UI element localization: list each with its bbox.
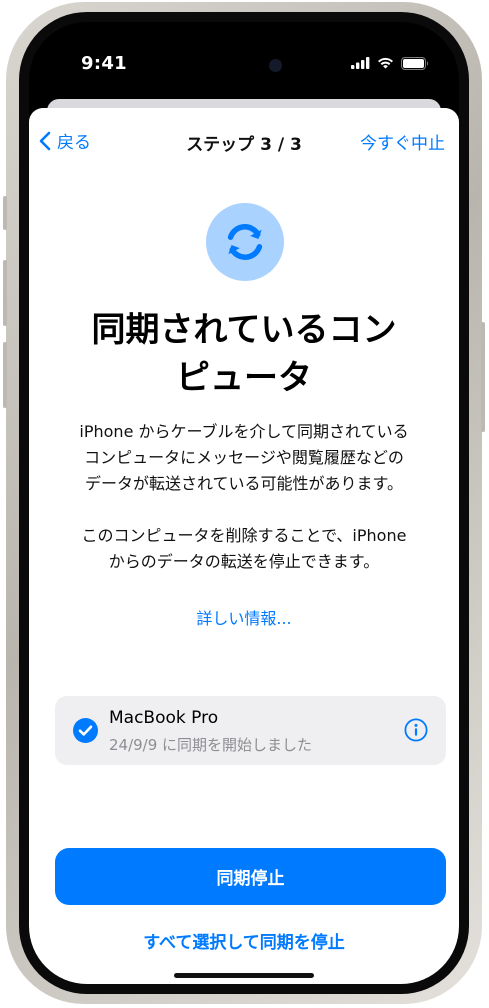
home-indicator[interactable] [174, 973, 314, 978]
stop-now-button[interactable]: 今すぐ中止 [360, 129, 445, 154]
computer-list-item[interactable]: MacBook Pro 24/9/9 に同期を開始しました [55, 696, 446, 765]
modal-sheet: 戻る ステップ 3 / 3 今すぐ中止 同期されているコン ピュータ iPhon… [29, 108, 459, 984]
battery-icon [401, 56, 428, 70]
status-bar: 9:41 [29, 22, 459, 92]
select-all-stop-sync-button[interactable]: すべて選択して同期を停止 [29, 928, 459, 953]
description-line: からのデータの転送を停止できます。 [108, 552, 380, 571]
action-button [3, 196, 7, 230]
description-line: iPhone からケーブルを介して同期されている [79, 422, 409, 441]
wifi-icon [378, 57, 393, 69]
page-title-line-1: 同期されているコン [91, 310, 397, 350]
iphone-frame: 9:41 戻る ステップ 3 / 3 今すぐ中止 同期されているコン ピュータ … [3, 2, 485, 1004]
description-line: データが転送されている可能性があります。 [85, 474, 403, 493]
side-button [481, 322, 485, 432]
navigation-bar: 戻る ステップ 3 / 3 今すぐ中止 [29, 108, 459, 164]
page-title: 同期されているコン ピュータ [59, 306, 429, 402]
front-camera [269, 59, 282, 72]
status-icons [351, 56, 429, 70]
volume-down-button [3, 342, 7, 408]
description-line: このコンピュータを削除することで、iPhone [81, 526, 407, 545]
computer-name: MacBook Pro [109, 708, 219, 728]
screen-bezel: 9:41 戻る ステップ 3 / 3 今すぐ中止 同期されているコン ピュータ … [19, 12, 469, 994]
info-icon[interactable] [404, 718, 428, 742]
sync-icon [206, 203, 284, 281]
description-paragraph-1: iPhone からケーブルを介して同期されている コンピュータにメッセージや閲覧… [54, 419, 434, 497]
volume-up-button [3, 260, 7, 326]
status-time: 9:41 [81, 53, 127, 74]
cellular-signal-icon [351, 57, 370, 69]
checkmark-icon[interactable] [73, 718, 98, 743]
page-title-line-2: ピュータ [176, 358, 312, 398]
stop-sync-button[interactable]: 同期停止 [55, 848, 446, 905]
sync-start-date: 24/9/9 に同期を開始しました [109, 736, 313, 754]
screen: 9:41 戻る ステップ 3 / 3 今すぐ中止 同期されているコン ピュータ … [29, 22, 459, 984]
dynamic-island [184, 49, 306, 83]
learn-more-link[interactable]: 詳しい情報... [29, 605, 459, 629]
description-paragraph-2: このコンピュータを削除することで、iPhone からのデータの転送を停止できます… [54, 523, 434, 575]
description-line: コンピュータにメッセージや閲覧履歴などの [84, 448, 404, 467]
